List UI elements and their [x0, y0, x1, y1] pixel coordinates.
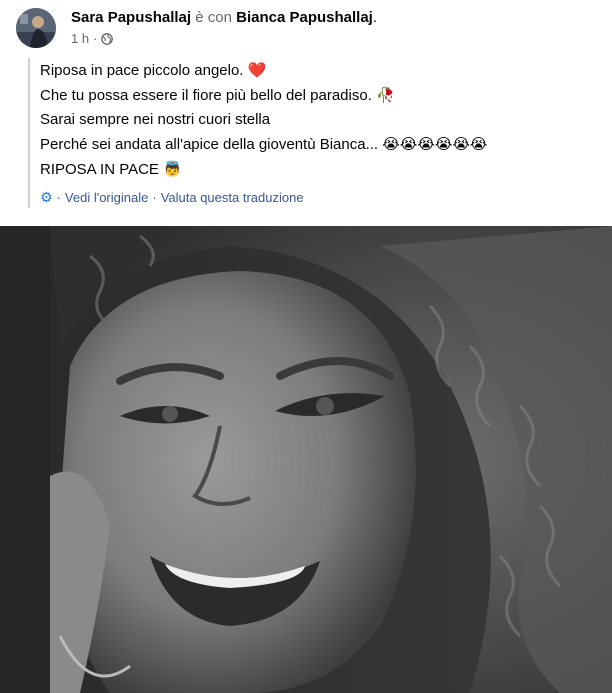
- translation-sep-2: ·: [152, 190, 157, 205]
- with-text: è con: [195, 9, 232, 26]
- post-line-3-text: Sarai sempre nei nostri cuori stella: [40, 111, 271, 128]
- post-text: Riposa in pace piccolo angelo. ❤️ Che tu…: [28, 58, 600, 208]
- post-meta: 1 h ·: [71, 31, 114, 47]
- meta-dot: ·: [93, 31, 98, 46]
- rate-translation-link[interactable]: Valuta questa traduzione: [161, 190, 304, 205]
- post-header: Sara Papushallaj è con Bianca Papushalla…: [0, 0, 612, 60]
- wilted-rose-icon: 🥀: [376, 86, 395, 104]
- crying-face-icon: 😭😭😭😭😭😭: [382, 135, 488, 153]
- post-line-1-text: Riposa in pace piccolo angelo.: [40, 62, 248, 79]
- post-line-1: Riposa in pace piccolo angelo. ❤️: [40, 58, 600, 83]
- translation-bar: ⚙ · Vedi l'originale · Valuta questa tra…: [40, 189, 600, 206]
- post-photo[interactable]: [0, 226, 612, 693]
- tagged-suffix: .: [372, 9, 378, 26]
- post-line-5: RIPOSA IN PACE 👼: [40, 157, 600, 182]
- heart-icon: ❤️: [247, 61, 267, 79]
- gear-icon: ⚙: [40, 189, 53, 205]
- angel-icon: 👼: [163, 160, 182, 178]
- post-line-2-text: Che tu possa essere il fiore più bello d…: [40, 87, 377, 104]
- translation-sep-1: ·: [56, 190, 61, 205]
- post-line-4: Perché sei andata all'apice della gioven…: [40, 132, 600, 157]
- post-line-2: Che tu possa essere il fiore più bello d…: [40, 83, 600, 108]
- post-time[interactable]: 1 h: [71, 31, 89, 47]
- author-avatar[interactable]: [16, 8, 56, 48]
- author-name[interactable]: Sara Papushallaj: [71, 9, 191, 26]
- post-line-3: Sarai sempre nei nostri cuori stella: [40, 108, 600, 132]
- post-line-4-text: Perché sei andata all'apice della gioven…: [40, 136, 383, 153]
- globe-icon[interactable]: [101, 33, 114, 45]
- tagged-name[interactable]: Bianca Papushallaj: [236, 9, 373, 26]
- post-author-line: Sara Papushallaj è con Bianca Papushalla…: [71, 8, 377, 28]
- see-original-link[interactable]: Vedi l'originale: [65, 190, 148, 205]
- portrait-image: [0, 226, 612, 693]
- post-line-5-text: RIPOSA IN PACE: [40, 161, 164, 178]
